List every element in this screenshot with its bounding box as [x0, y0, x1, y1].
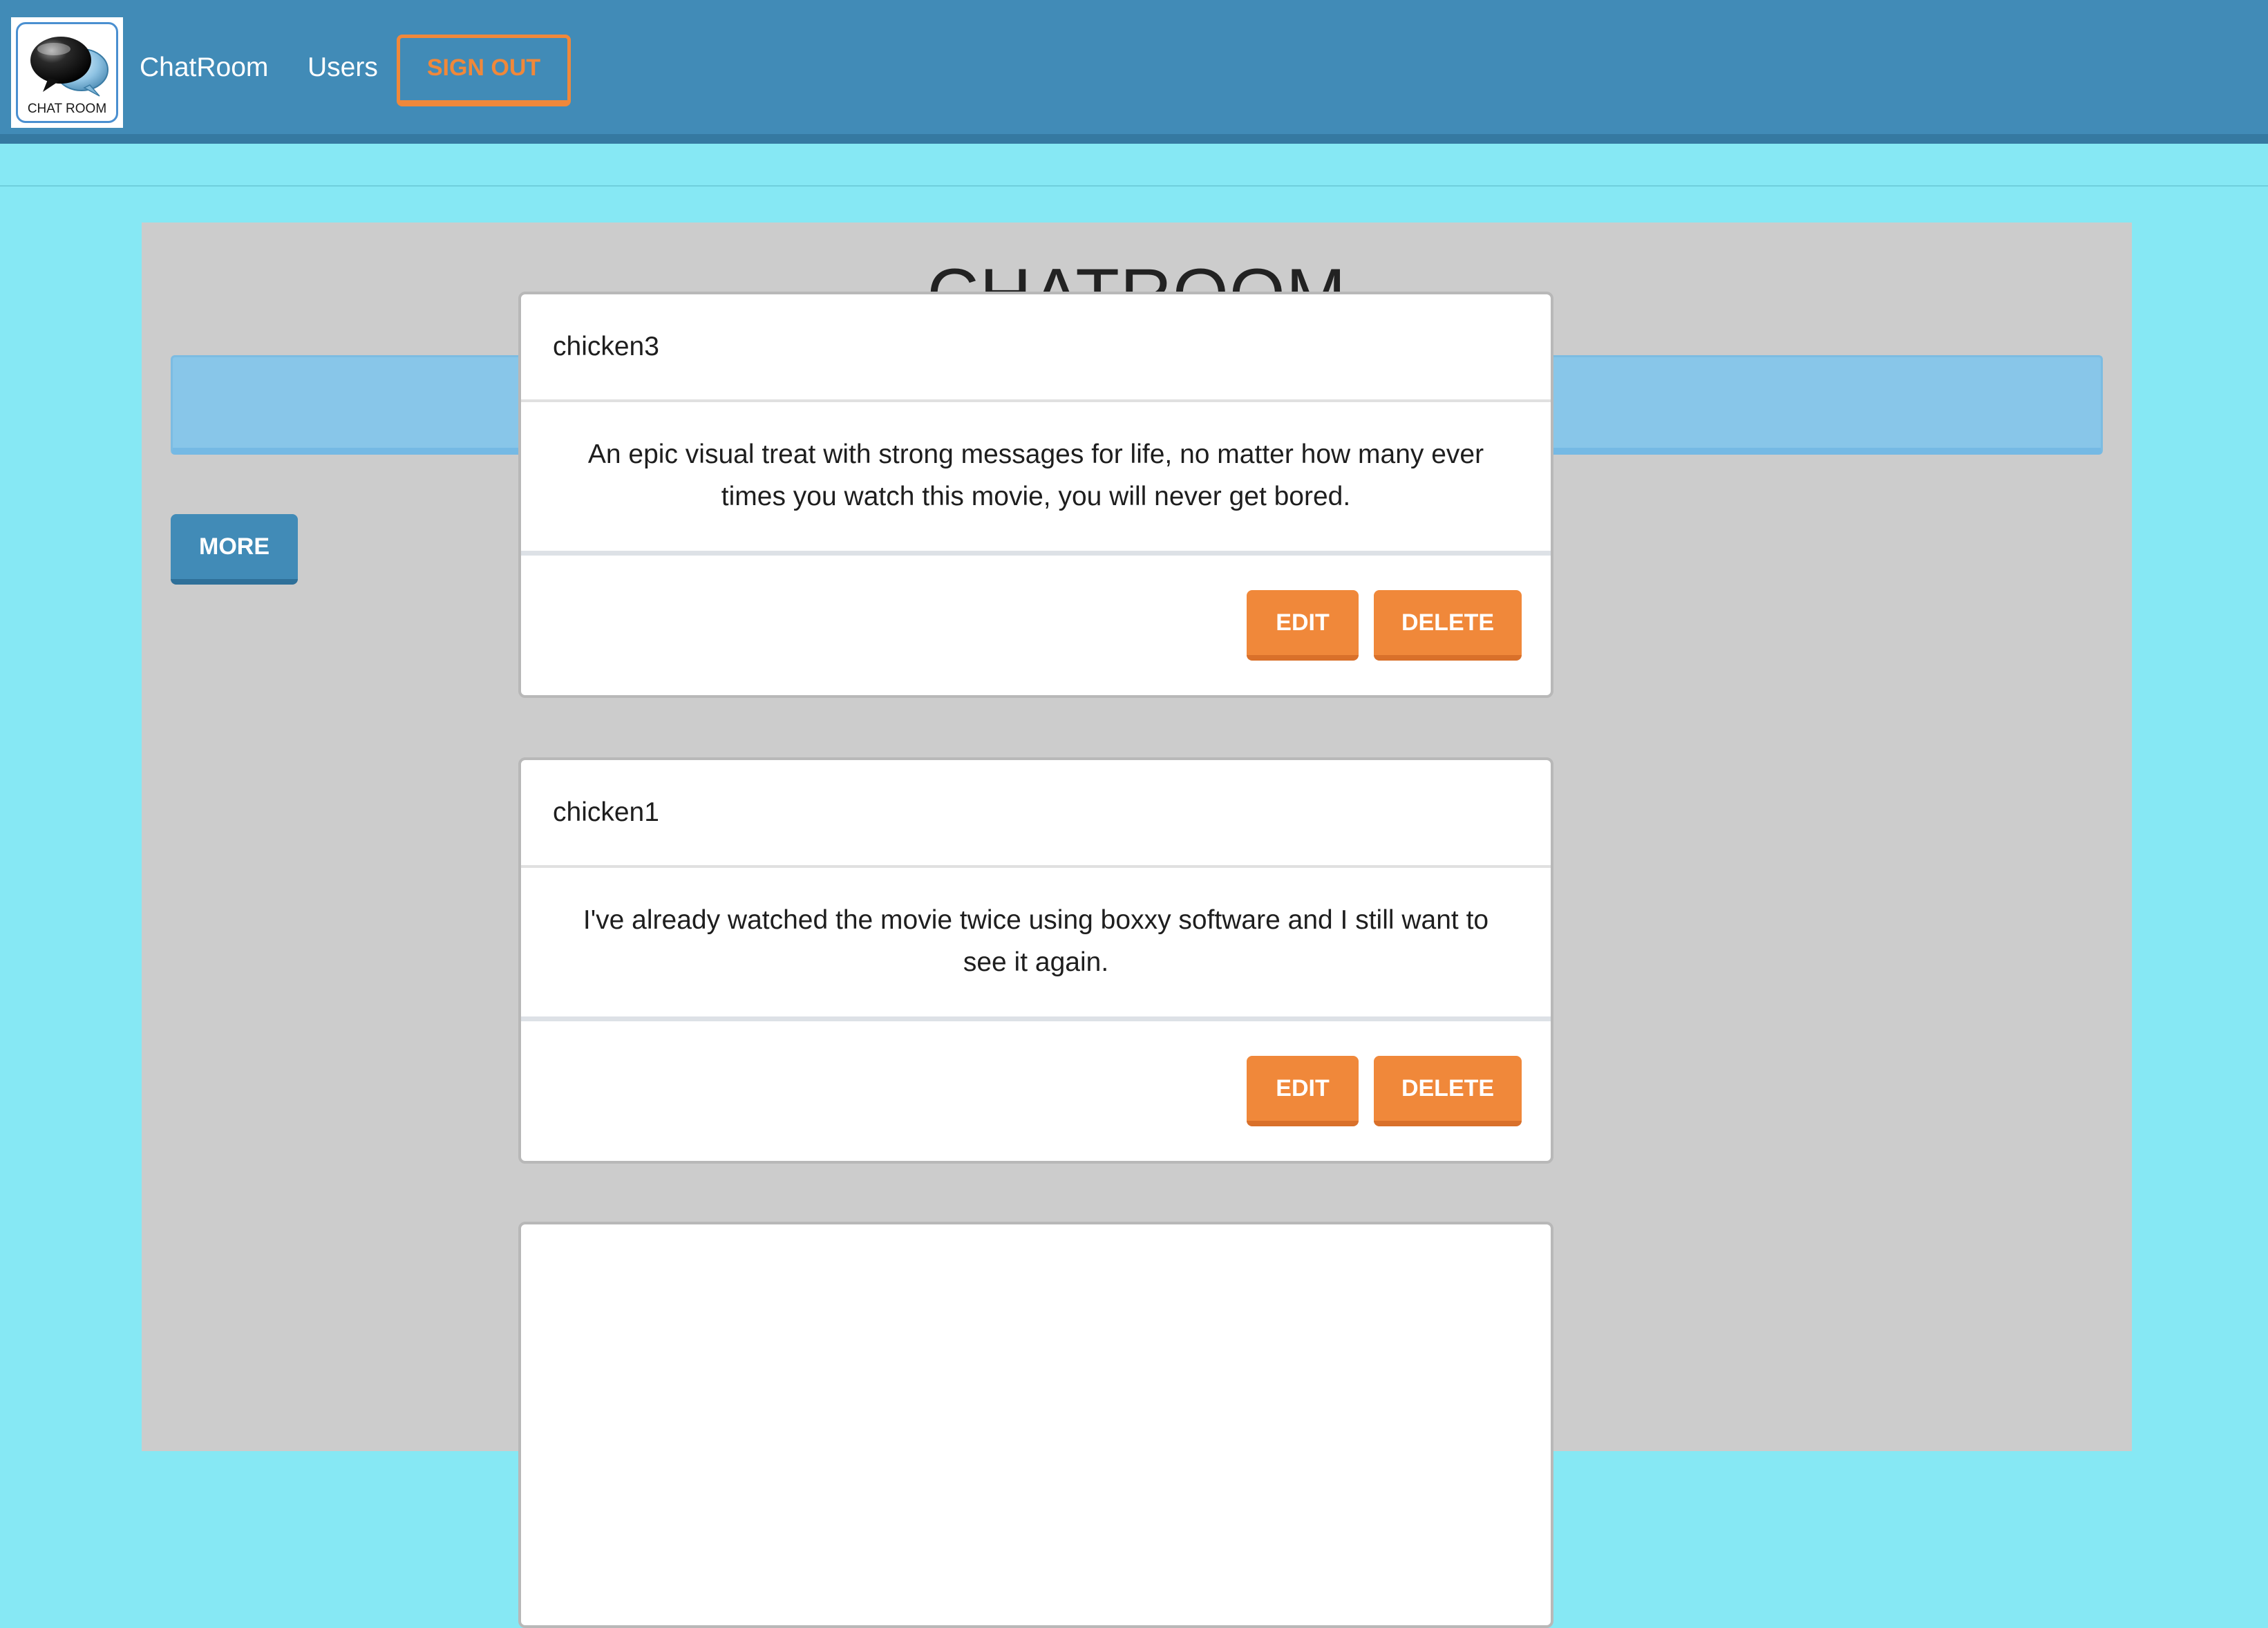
- more-button[interactable]: MORE: [171, 514, 298, 585]
- navbar-sub-strip: [0, 144, 2268, 187]
- delete-button[interactable]: DELETE: [1374, 1056, 1522, 1126]
- chat-bubbles-icon: CHAT ROOM: [16, 22, 118, 123]
- edit-button[interactable]: EDIT: [1247, 1056, 1359, 1126]
- message-card-footer: EDIT DELETE: [521, 556, 1551, 695]
- edit-button[interactable]: EDIT: [1247, 590, 1359, 661]
- message-card: [518, 1222, 1553, 1628]
- delete-button[interactable]: DELETE: [1374, 590, 1522, 661]
- message-card: chicken1 I've already watched the movie …: [518, 757, 1553, 1164]
- message-text: An epic visual treat with strong message…: [587, 439, 1484, 511]
- nav-link-users[interactable]: Users: [308, 54, 378, 81]
- app-logo[interactable]: CHAT ROOM: [11, 17, 123, 128]
- message-card-body: An epic visual treat with strong message…: [521, 402, 1551, 556]
- message-card: chicken3 An epic visual treat with stron…: [518, 292, 1553, 698]
- nav-link-chatroom[interactable]: ChatRoom: [140, 54, 268, 81]
- top-navbar: CHAT ROOM ChatRoom Users SIGN OUT: [0, 0, 2268, 144]
- logo-caption: CHAT ROOM: [27, 102, 107, 116]
- sign-out-button[interactable]: SIGN OUT: [397, 35, 571, 106]
- message-text: I've already watched the movie twice usi…: [583, 905, 1489, 977]
- message-card-footer: EDIT DELETE: [521, 1021, 1551, 1161]
- message-card-body: I've already watched the movie twice usi…: [521, 868, 1551, 1021]
- message-author: chicken1: [553, 797, 659, 827]
- message-card-header: chicken1: [521, 760, 1551, 868]
- message-author: chicken3: [553, 332, 659, 361]
- message-card-header: chicken3: [521, 294, 1551, 402]
